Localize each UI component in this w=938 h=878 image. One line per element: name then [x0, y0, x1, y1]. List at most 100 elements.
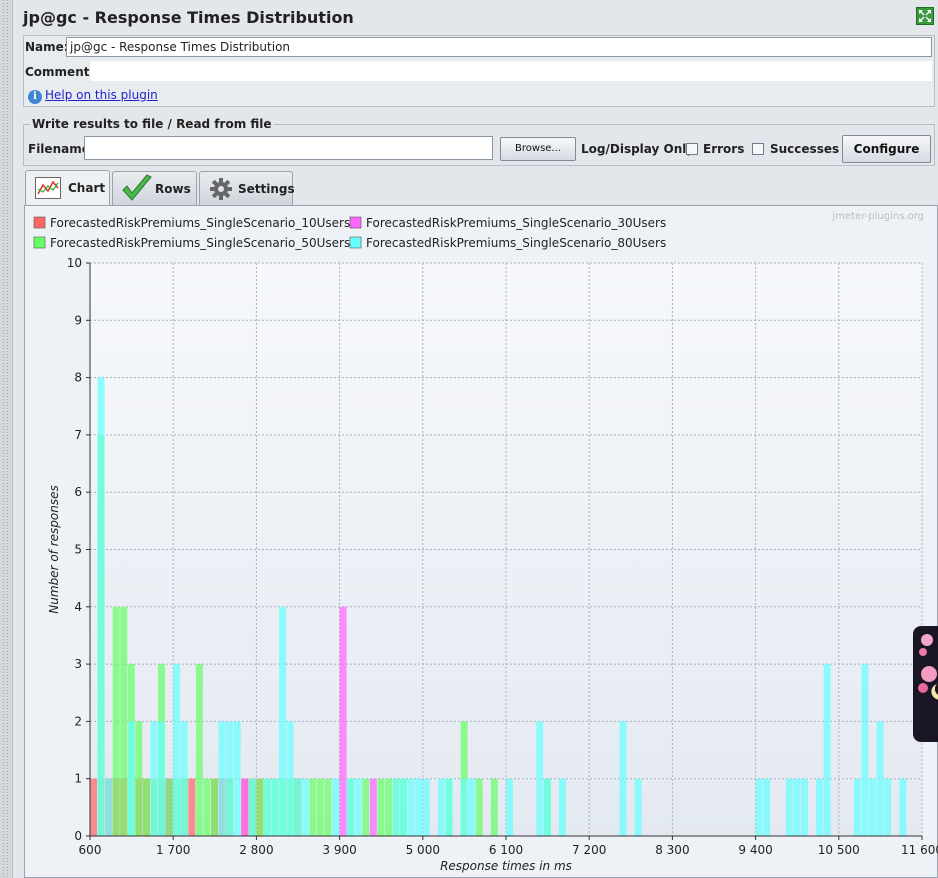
checkmark-icon: [120, 174, 154, 207]
histogram-bar: [536, 721, 544, 836]
x-tick-label: 1 700: [156, 843, 190, 857]
name-comments-section: Name: jp@gc - Response Times Distributio…: [23, 35, 935, 107]
log-display-label: Log/Display Only:: [581, 142, 699, 156]
browse-button[interactable]: Browse...: [500, 137, 576, 161]
legend-label: ForecastedRiskPremiums_SingleScenario_50…: [50, 236, 350, 250]
histogram-bar: [543, 778, 551, 836]
histogram-bar: [460, 778, 468, 836]
successes-checkbox[interactable]: [752, 143, 764, 155]
x-tick-label: 5 000: [406, 843, 440, 857]
line-chart-icon: [35, 177, 61, 202]
histogram-bar: [180, 721, 188, 836]
configure-button[interactable]: Configure: [842, 135, 931, 163]
histogram-bar: [294, 778, 302, 836]
histogram-bar: [468, 778, 476, 836]
histogram-bar: [127, 721, 135, 836]
histogram-bar: [233, 721, 241, 836]
errors-label: Errors: [703, 142, 745, 156]
tab-rows[interactable]: Rows: [112, 171, 197, 205]
histogram-bar: [339, 606, 347, 836]
histogram-bar: [218, 721, 226, 836]
histogram-bar: [634, 778, 642, 836]
x-axis-label: Response times in ms: [440, 859, 572, 873]
x-tick-label: 9 400: [738, 843, 772, 857]
y-tick-label: 1: [74, 772, 82, 786]
histogram-bar: [899, 778, 907, 836]
histogram-bar: [90, 778, 97, 836]
y-tick-label: 3: [74, 657, 82, 671]
histogram-bar: [354, 778, 362, 836]
x-tick-label: 8 300: [655, 843, 689, 857]
histogram-bar: [415, 778, 423, 836]
tab-settings-label: Settings: [238, 182, 295, 196]
floating-widget[interactable]: 中: [913, 626, 938, 742]
x-tick-label: 6 100: [489, 843, 523, 857]
histogram-bar: [755, 778, 763, 836]
y-tick-label: 8: [74, 371, 82, 385]
y-tick-label: 5: [74, 543, 82, 557]
histogram-bar: [445, 778, 453, 836]
histogram-bar: [347, 778, 355, 836]
histogram-bar: [800, 778, 808, 836]
histogram-bar: [853, 778, 861, 836]
histogram-bar: [377, 778, 385, 836]
histogram-bar: [869, 778, 877, 836]
watermark: jmeter-plugins.org: [831, 211, 924, 222]
tab-chart-label: Chart: [68, 181, 106, 195]
histogram-bar: [226, 721, 234, 836]
y-tick-label: 9: [74, 313, 82, 327]
histogram-bar: [793, 778, 801, 836]
histogram-bar: [861, 664, 869, 836]
histogram-bar: [876, 721, 884, 836]
histogram-bar: [112, 606, 120, 836]
histogram-bar: [271, 778, 279, 836]
maximize-icon[interactable]: [916, 7, 934, 25]
histogram-bar: [506, 778, 513, 836]
legend-swatch: [33, 216, 46, 229]
legend-swatch: [349, 236, 362, 249]
histogram-bar: [97, 377, 105, 836]
histogram-bar: [392, 778, 400, 836]
y-tick-label: 10: [67, 256, 82, 270]
histogram-bar: [316, 778, 324, 836]
histogram-bar: [188, 778, 196, 836]
histogram-bar: [263, 778, 271, 836]
legend-label: ForecastedRiskPremiums_SingleScenario_30…: [366, 216, 666, 230]
histogram-bar: [150, 721, 158, 836]
histogram-bar: [558, 778, 566, 836]
filename-input[interactable]: [84, 136, 493, 160]
response-times-chart: 600 1 700 2 800 3 900 5 000 6 100 7 200 8 300 9 …: [33, 211, 938, 873]
histogram-bar: [400, 778, 408, 836]
histogram-bar: [286, 721, 294, 836]
histogram-bar: [256, 778, 264, 836]
errors-checkbox[interactable]: [686, 143, 698, 155]
histogram-bar: [369, 778, 377, 836]
comments-input[interactable]: [90, 61, 932, 81]
legend-label: ForecastedRiskPremiums_SingleScenario_80…: [366, 236, 666, 250]
window-splitter[interactable]: [0, 0, 13, 878]
successes-label: Successes: [770, 142, 840, 156]
x-tick-label: 2 800: [239, 843, 273, 857]
histogram-bar: [362, 778, 370, 836]
histogram-bar: [195, 664, 203, 836]
info-icon: i: [28, 90, 42, 104]
tab-chart[interactable]: Chart: [25, 170, 110, 206]
file-section-legend: Write results to file / Read from file: [30, 117, 274, 131]
histogram-bar: [105, 778, 113, 836]
y-tick-label: 7: [74, 428, 82, 442]
filename-label: Filename: [28, 142, 90, 156]
x-tick-label: 3 900: [322, 843, 356, 857]
page-title: jp@gc - Response Times Distribution: [23, 8, 354, 27]
histogram-bar: [816, 778, 824, 836]
y-axis-label: Number of responses: [47, 485, 61, 613]
help-link[interactable]: Help on this plugin: [45, 88, 158, 102]
plugin-panel: jp@gc - Response Times Distribution Name…: [13, 0, 938, 878]
legend-swatch: [33, 236, 46, 249]
histogram-bar: [142, 778, 150, 836]
histogram-bar: [135, 721, 143, 836]
name-label: Name:: [25, 40, 69, 54]
tab-settings[interactable]: Settings: [199, 171, 295, 205]
histogram-bar: [301, 778, 309, 836]
y-tick-label: 2: [74, 714, 82, 728]
name-input[interactable]: jp@gc - Response Times Distribution: [66, 37, 932, 57]
